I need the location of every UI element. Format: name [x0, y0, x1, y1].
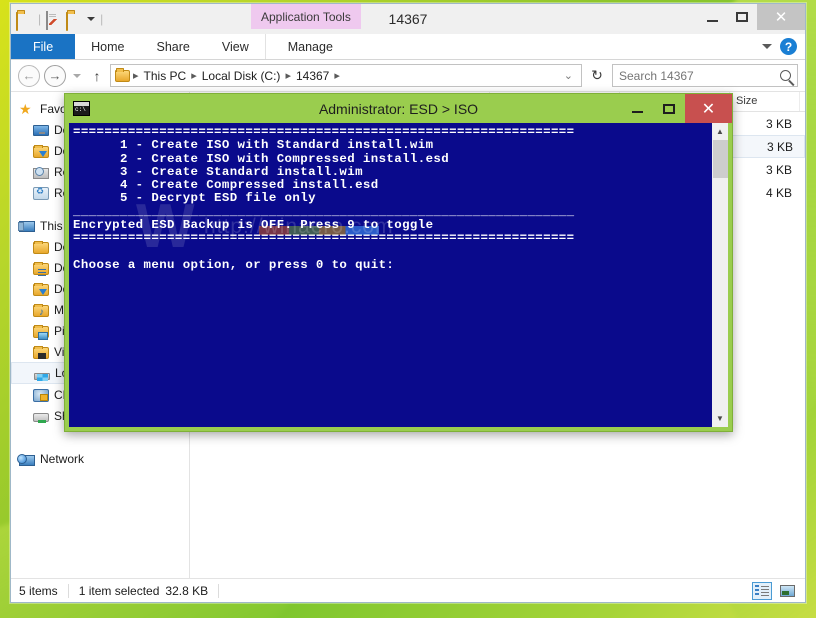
up-button[interactable]: ↑ [88, 68, 106, 84]
breadcrumb-separator: ▸ [285, 70, 291, 82]
minimize-button[interactable] [697, 4, 727, 30]
desktop-folder-icon [33, 240, 49, 254]
file-size: 3 KB [765, 116, 792, 131]
breadcrumb-item-this-pc[interactable]: This PC [142, 69, 189, 83]
tab-share[interactable]: Share [141, 34, 206, 59]
tab-home[interactable]: Home [75, 34, 140, 59]
console-scrollbar[interactable]: ▲ ▼ [711, 123, 728, 427]
file-size: 4 KB [765, 185, 792, 200]
column-header-size[interactable]: Size [730, 92, 800, 111]
quick-access-toolbar[interactable]: | | [11, 11, 105, 31]
file-size: 3 KB [765, 162, 792, 177]
address-bar: ← → ↑ ▸ This PC ▸ Local Disk (C:) ▸ 1436… [11, 60, 805, 92]
console-close-button[interactable]: ✕ [685, 94, 732, 123]
network-icon [17, 453, 35, 466]
tab-view[interactable]: View [206, 34, 265, 59]
downloads-folder-icon [33, 282, 49, 296]
window-title: 14367 [388, 11, 428, 27]
sidebar-group-network[interactable]: Network [11, 448, 189, 469]
computer-icon [18, 221, 35, 232]
folder-icon [115, 67, 130, 82]
chevron-down-icon[interactable] [762, 44, 772, 49]
recent-places-icon [33, 166, 49, 179]
recycle-bin-icon [33, 186, 49, 200]
breadcrumb-separator: ▸ [334, 70, 340, 82]
close-button[interactable]: ✕ [757, 4, 805, 30]
breadcrumb-separator: ▸ [133, 70, 139, 82]
status-bar: 5 items 1 item selected 32.8 KB [11, 578, 805, 602]
star-icon: ★ [19, 100, 32, 117]
console-window-controls: ✕ [621, 94, 732, 123]
qat-divider: | [100, 12, 104, 26]
breadcrumb[interactable]: ▸ This PC ▸ Local Disk (C:) ▸ 14367 ▸ ⌄ [110, 64, 582, 87]
console-minimize-button[interactable] [621, 94, 653, 123]
maximize-button[interactable] [727, 4, 757, 30]
scroll-up-icon[interactable]: ▲ [712, 123, 729, 140]
console-title-bar[interactable]: Administrator: ESD > ISO ✕ [65, 94, 732, 123]
scrollbar-thumb[interactable] [712, 140, 728, 178]
file-size: 3 KB [766, 139, 793, 154]
folder-icon[interactable] [16, 11, 33, 31]
documents-folder-icon [33, 261, 49, 275]
recent-locations-icon[interactable] [73, 73, 81, 78]
console-output[interactable]: ========================================… [69, 123, 711, 427]
window-controls: ✕ [697, 4, 805, 30]
qat-dropdown-icon[interactable] [87, 17, 96, 21]
monitor-icon [33, 125, 49, 136]
vbox-guest-additions-icon [33, 388, 49, 402]
selection-count: 1 item selected [78, 583, 160, 598]
ribbon-tab-bar: File Home Share View Manage ? [11, 34, 805, 60]
large-icons-view-icon[interactable] [777, 582, 797, 600]
search-input[interactable] [619, 68, 780, 83]
tab-manage[interactable]: Manage [264, 34, 355, 59]
title-bar: | | 14367 Application Tools ✕ [11, 4, 805, 34]
address-history-icon[interactable]: ⌄ [560, 69, 577, 82]
qat-divider: | [38, 12, 42, 26]
details-view-icon[interactable] [752, 581, 772, 600]
breadcrumb-item-14367[interactable]: 14367 [294, 69, 331, 83]
sidebar-group-label: Network [40, 451, 85, 466]
view-toggle-group [752, 581, 797, 600]
back-button[interactable]: ← [18, 64, 40, 87]
console-body[interactable]: W http://winaero.com ===================… [69, 123, 728, 427]
help-icon[interactable]: ? [780, 38, 797, 55]
breadcrumb-separator: ▸ [191, 70, 197, 82]
forward-button[interactable]: → [44, 64, 66, 87]
command-prompt-icon [73, 101, 90, 116]
ribbon-right-controls: ? [762, 34, 805, 59]
breadcrumb-item-local-disk[interactable]: Local Disk (C:) [200, 69, 283, 83]
search-icon[interactable] [780, 70, 791, 81]
downloads-folder-icon [33, 144, 49, 158]
search-box[interactable] [612, 64, 798, 87]
videos-folder-icon [33, 345, 49, 359]
new-folder-icon[interactable] [66, 11, 83, 31]
pictures-folder-icon [33, 324, 49, 340]
item-count: 5 items [19, 583, 69, 598]
refresh-icon[interactable]: ↻ [586, 67, 608, 84]
contextual-tab-group-label: Application Tools [251, 4, 361, 29]
properties-icon[interactable] [46, 11, 63, 30]
command-prompt-window: Administrator: ESD > ISO ✕ W http://wina… [64, 93, 733, 432]
music-folder-icon [33, 303, 49, 318]
console-maximize-button[interactable] [653, 94, 685, 123]
tab-file[interactable]: File [11, 34, 76, 59]
network-drive-icon [33, 412, 49, 423]
selection-size: 32.8 KB [159, 583, 220, 598]
local-disk-icon [34, 373, 50, 381]
scroll-down-icon[interactable]: ▼ [712, 410, 729, 427]
